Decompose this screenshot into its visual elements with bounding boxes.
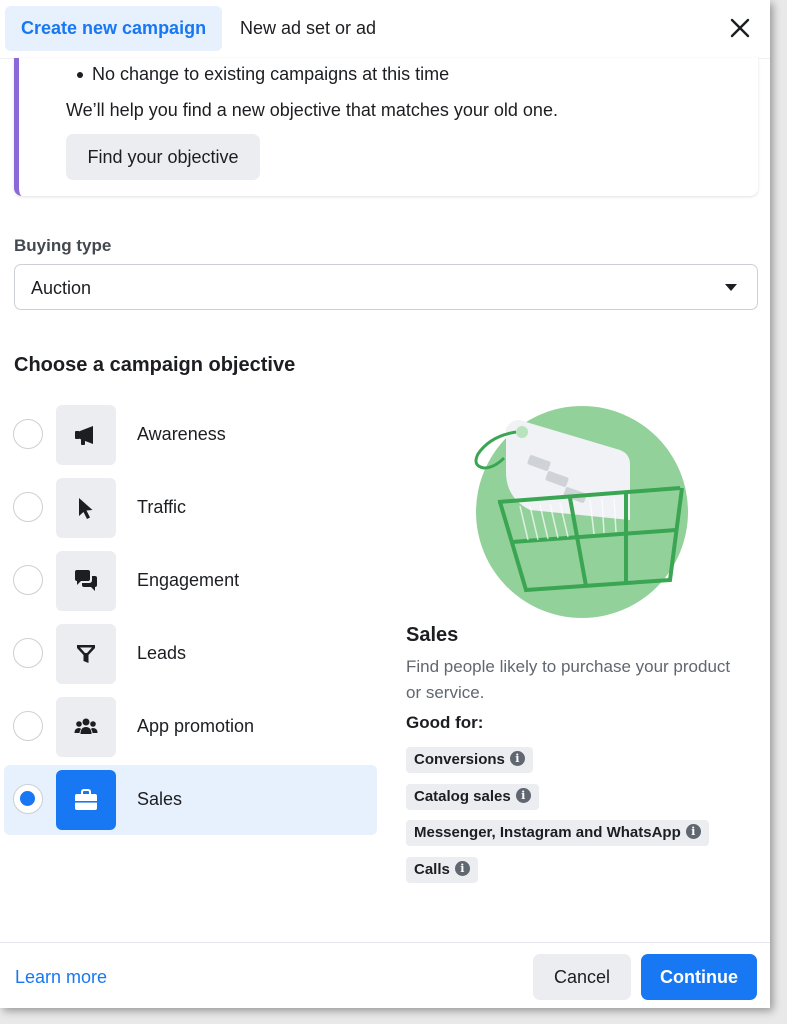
cancel-button[interactable]: Cancel	[533, 954, 631, 1000]
good-for-chip[interactable]: Calls i	[406, 857, 478, 883]
shopping-bag-icon	[75, 789, 97, 810]
radio-sales[interactable]	[13, 784, 43, 814]
buying-type-select[interactable]: Auction	[14, 264, 758, 310]
objective-label: Traffic	[137, 497, 187, 517]
good-for-chip[interactable]: Messenger, Instagram and WhatsApp i	[406, 820, 709, 846]
megaphone-icon	[75, 426, 93, 445]
good-for-label: Good for:	[406, 713, 484, 732]
bullet-dot	[77, 72, 83, 78]
objective-label: Awareness	[137, 424, 226, 444]
info-icon[interactable]: i	[515, 788, 531, 804]
funnel-icon	[77, 645, 95, 663]
modal-header: Create new campaign New ad set or ad	[0, 0, 770, 59]
objective-row-app-promotion[interactable]: App promotion	[4, 692, 377, 762]
objective-icon-box	[56, 624, 116, 684]
info-icon[interactable]: i	[454, 861, 470, 877]
caret-down-icon	[725, 284, 737, 291]
info-help-text: We’ll help you find a new objective that…	[66, 100, 558, 120]
people-group-icon	[74, 718, 98, 734]
objective-icon-box	[56, 478, 116, 538]
learn-more-link[interactable]: Learn more	[15, 967, 107, 988]
objective-icon-box	[56, 697, 116, 757]
radio-leads[interactable]	[13, 638, 43, 668]
radio-traffic[interactable]	[13, 492, 43, 522]
chip-label: Calls	[414, 861, 450, 878]
good-for-chip[interactable]: Catalog sales i	[406, 784, 539, 810]
radio-awareness[interactable]	[13, 419, 43, 449]
objective-label: Leads	[137, 643, 187, 663]
objective-heading: Choose a campaign objective	[14, 354, 296, 376]
objective-icon-box	[56, 405, 116, 465]
radio-engagement[interactable]	[13, 565, 43, 595]
chip-label: Conversions	[414, 751, 505, 768]
chip-label: Catalog sales	[414, 788, 511, 805]
info-icon[interactable]: i	[509, 751, 525, 767]
info-bullet-text: No change to existing campaigns at this …	[92, 64, 450, 84]
close-icon	[730, 18, 750, 38]
objective-icon-box	[56, 551, 116, 611]
radio-app-promotion[interactable]	[13, 711, 43, 741]
modal-footer: Learn more Cancel Continue	[0, 942, 770, 1009]
close-button[interactable]	[724, 12, 756, 44]
chat-bubbles-icon	[75, 570, 97, 591]
objective-label: App promotion	[137, 716, 255, 736]
objective-row-engagement[interactable]: Engagement	[4, 546, 377, 616]
chip-label: Messenger, Instagram and WhatsApp	[414, 824, 681, 841]
continue-button[interactable]: Continue	[641, 954, 757, 1000]
objective-label: Engagement	[137, 570, 240, 590]
buying-type-value: Auction	[31, 278, 92, 298]
info-icon[interactable]: i	[685, 824, 701, 840]
objective-row-sales[interactable]: Sales	[4, 765, 377, 835]
objective-detail-title: Sales	[406, 624, 459, 646]
objective-label: Sales	[137, 789, 183, 809]
good-for-chip[interactable]: Conversions i	[406, 747, 533, 773]
cursor-icon	[79, 498, 93, 519]
objective-icon-box	[56, 770, 116, 830]
shopping-cart-tag-illustration	[474, 406, 688, 618]
tab-create-new-campaign[interactable]: Create new campaign	[5, 6, 223, 51]
objective-info-card: No change to existing campaigns at this …	[14, 58, 758, 196]
objective-row-leads[interactable]: Leads	[4, 619, 377, 689]
buying-type-label: Buying type	[14, 236, 112, 255]
objective-row-traffic[interactable]: Traffic	[4, 473, 377, 543]
objective-row-awareness[interactable]: Awareness	[4, 400, 377, 470]
tab-new-ad-set-or-ad[interactable]: New ad set or ad	[224, 6, 392, 51]
find-objective-button[interactable]: Find your objective	[66, 134, 260, 180]
objective-detail-description: Find people likely to purchase your prod…	[406, 657, 731, 702]
campaign-modal: Create new campaign New ad set or ad No …	[0, 0, 770, 1008]
